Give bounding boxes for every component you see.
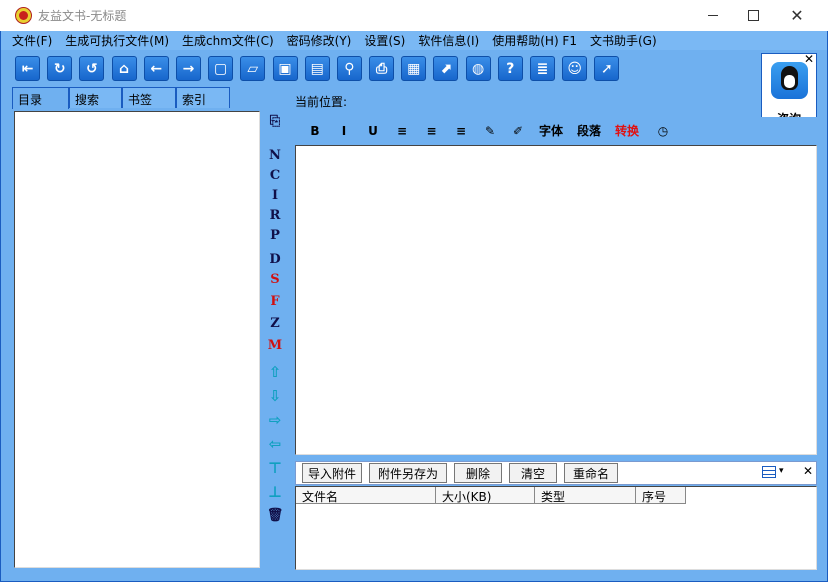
tool-p-button[interactable]: P <box>270 229 280 242</box>
menu-help[interactable]: 使用帮助(H) F1 <box>492 32 577 49</box>
font-button[interactable]: 字体 <box>532 122 570 139</box>
move-down-icon[interactable]: ⇩ <box>269 389 282 404</box>
rename-attachment-button[interactable]: 重命名 <box>564 463 618 483</box>
title-bar: 友益文书-无标题 ✕ <box>0 0 828 31</box>
print-icon[interactable]: ⎙ <box>369 56 395 81</box>
home-icon[interactable]: ⌂ <box>111 56 137 81</box>
underline-button[interactable]: U <box>359 124 387 138</box>
redo-icon[interactable]: ↻ <box>47 56 73 81</box>
status-bar <box>1 572 827 582</box>
left-panel: 目录 搜索 书签 索引 ⎘ N C I R P D S F Z M ⇧ ⇩ ⇨ ⇦ ⊤ ⊥ 🗑 <box>12 87 289 573</box>
undo-icon[interactable]: ↺ <box>79 56 105 81</box>
menu-settings[interactable]: 设置(S) <box>364 32 405 49</box>
main-toolbar: ⇤ ↻ ↺ ⌂ ← → ▢ ▱ ▣ ▤ ⚲ ⎙ ▦ ⬈ ◍? ≣ ☺ ➚ <box>15 56 627 82</box>
contents-tree[interactable] <box>14 111 260 568</box>
main-frame: 文件(F) 生成可执行文件(M) 生成chm文件(C) 密码修改(Y) 设置(S… <box>0 31 828 582</box>
left-tabs: 目录 搜索 书签 索引 <box>12 87 230 109</box>
move-left-icon[interactable]: ⇦ <box>269 437 282 452</box>
clear-attachments-button[interactable]: 清空 <box>509 463 557 483</box>
delete-attachment-button[interactable]: 删除 <box>454 463 502 483</box>
tool-d-button[interactable]: D <box>269 253 280 266</box>
attachment-close-icon[interactable]: ✕ <box>803 464 813 478</box>
import-attachment-button[interactable]: 导入附件 <box>302 463 362 483</box>
window-title: 友益文书-无标题 <box>38 9 127 23</box>
chevron-down-icon[interactable]: ▾ <box>779 466 784 476</box>
notes-icon[interactable]: ▦ <box>401 56 427 81</box>
move-up-icon[interactable]: ⇧ <box>269 365 282 380</box>
export-icon[interactable]: ⬈ <box>433 56 459 81</box>
tool-f-button[interactable]: F <box>270 295 279 308</box>
format-brush-icon[interactable]: ✎ <box>476 124 504 138</box>
tool-z-button[interactable]: Z <box>270 317 280 330</box>
open-folder-icon[interactable]: ▱ <box>240 56 266 81</box>
exit-icon[interactable]: ⇤ <box>15 56 40 81</box>
tool-r-button[interactable]: R <box>270 209 281 222</box>
bold-button[interactable]: B <box>301 124 329 138</box>
tool-n-button[interactable]: N <box>269 149 281 162</box>
forward-arrow-icon[interactable]: → <box>175 56 201 81</box>
tool-m-button[interactable]: M <box>268 339 282 352</box>
editor-toolbar: B I U ≡ ≡ ≡ ✎ ✐ 字体 段落 转换 ◷ <box>297 117 817 144</box>
column-size[interactable]: 大小(KB) <box>436 487 535 504</box>
tree-tools-column: ⎘ N C I R P D S F Z M ⇧ ⇩ ⇨ ⇦ ⊤ ⊥ 🗑 <box>262 111 288 568</box>
back-arrow-icon[interactable]: ← <box>143 56 169 81</box>
menu-build-chm[interactable]: 生成chm文件(C) <box>182 32 274 49</box>
tab-contents[interactable]: 目录 <box>12 87 69 109</box>
menu-assistant[interactable]: 文书助手(G) <box>590 32 657 49</box>
convert-button[interactable]: 转换 <box>608 122 646 139</box>
web-icon[interactable]: ◍ <box>465 56 491 81</box>
align-right-button[interactable]: ≡ <box>446 124 476 138</box>
column-filename[interactable]: 文件名 <box>296 487 436 504</box>
recycle-bin-icon[interactable]: 🗑 <box>267 509 284 522</box>
new-document-icon[interactable]: ▢ <box>208 56 234 81</box>
tool-i-button[interactable]: I <box>272 189 278 202</box>
align-center-button[interactable]: ≡ <box>417 124 446 138</box>
menu-password[interactable]: 密码修改(Y) <box>287 32 352 49</box>
close-window-button[interactable]: ✕ <box>774 0 820 31</box>
move-top-icon[interactable]: ⊤ <box>268 461 282 476</box>
list-view-icon[interactable] <box>762 466 776 478</box>
attachment-toolbar: 导入附件 附件另存为 删除 清空 重命名 ▾ ✕ <box>295 461 817 485</box>
app-logo-icon <box>15 7 32 24</box>
insert-node-icon[interactable]: ⎘ <box>270 115 280 128</box>
move-bottom-icon[interactable]: ⊥ <box>268 485 282 500</box>
move-right-icon[interactable]: ⇨ <box>269 413 282 428</box>
italic-button[interactable]: I <box>329 124 359 138</box>
color-picker-icon[interactable]: ✐ <box>504 124 532 138</box>
tab-search[interactable]: 搜索 <box>69 87 122 108</box>
attachment-list[interactable]: 文件名 大小(KB) 类型 序号 <box>295 486 817 570</box>
help-icon[interactable]: ? <box>497 56 523 81</box>
menu-bar: 文件(F) 生成可执行文件(M) 生成chm文件(C) 密码修改(Y) 设置(S… <box>1 31 827 50</box>
tool-c-button[interactable]: C <box>270 169 280 182</box>
menu-build-exe[interactable]: 生成可执行文件(M) <box>65 32 169 49</box>
save-as-icon[interactable]: ▤ <box>304 56 330 81</box>
smiley-icon[interactable]: ☺ <box>562 56 588 81</box>
qq-penguin-icon <box>771 62 808 99</box>
document-editor[interactable] <box>295 145 817 455</box>
search-icon[interactable]: ⚲ <box>336 56 362 81</box>
align-left-button[interactable]: ≡ <box>387 124 417 138</box>
save-attachment-as-button[interactable]: 附件另存为 <box>369 463 447 483</box>
cursor-icon[interactable]: ➚ <box>594 56 620 81</box>
menu-file[interactable]: 文件(F) <box>12 32 52 49</box>
tool-s-button[interactable]: S <box>270 273 279 286</box>
save-icon[interactable]: ▣ <box>272 56 298 81</box>
tab-index[interactable]: 索引 <box>176 87 230 108</box>
tab-bookmarks[interactable]: 书签 <box>122 87 176 108</box>
maximize-button[interactable] <box>730 0 776 31</box>
qq-consult-widget[interactable]: ✕ 咨询 <box>761 52 817 126</box>
column-index[interactable]: 序号 <box>636 487 686 504</box>
paragraph-button[interactable]: 段落 <box>570 122 608 139</box>
clock-icon[interactable]: ◷ <box>646 124 680 138</box>
current-location-label: 当前位置: <box>295 95 348 109</box>
page-list-icon[interactable]: ≣ <box>530 56 555 81</box>
menu-software-info[interactable]: 软件信息(I) <box>418 32 479 49</box>
column-type[interactable]: 类型 <box>535 487 636 504</box>
